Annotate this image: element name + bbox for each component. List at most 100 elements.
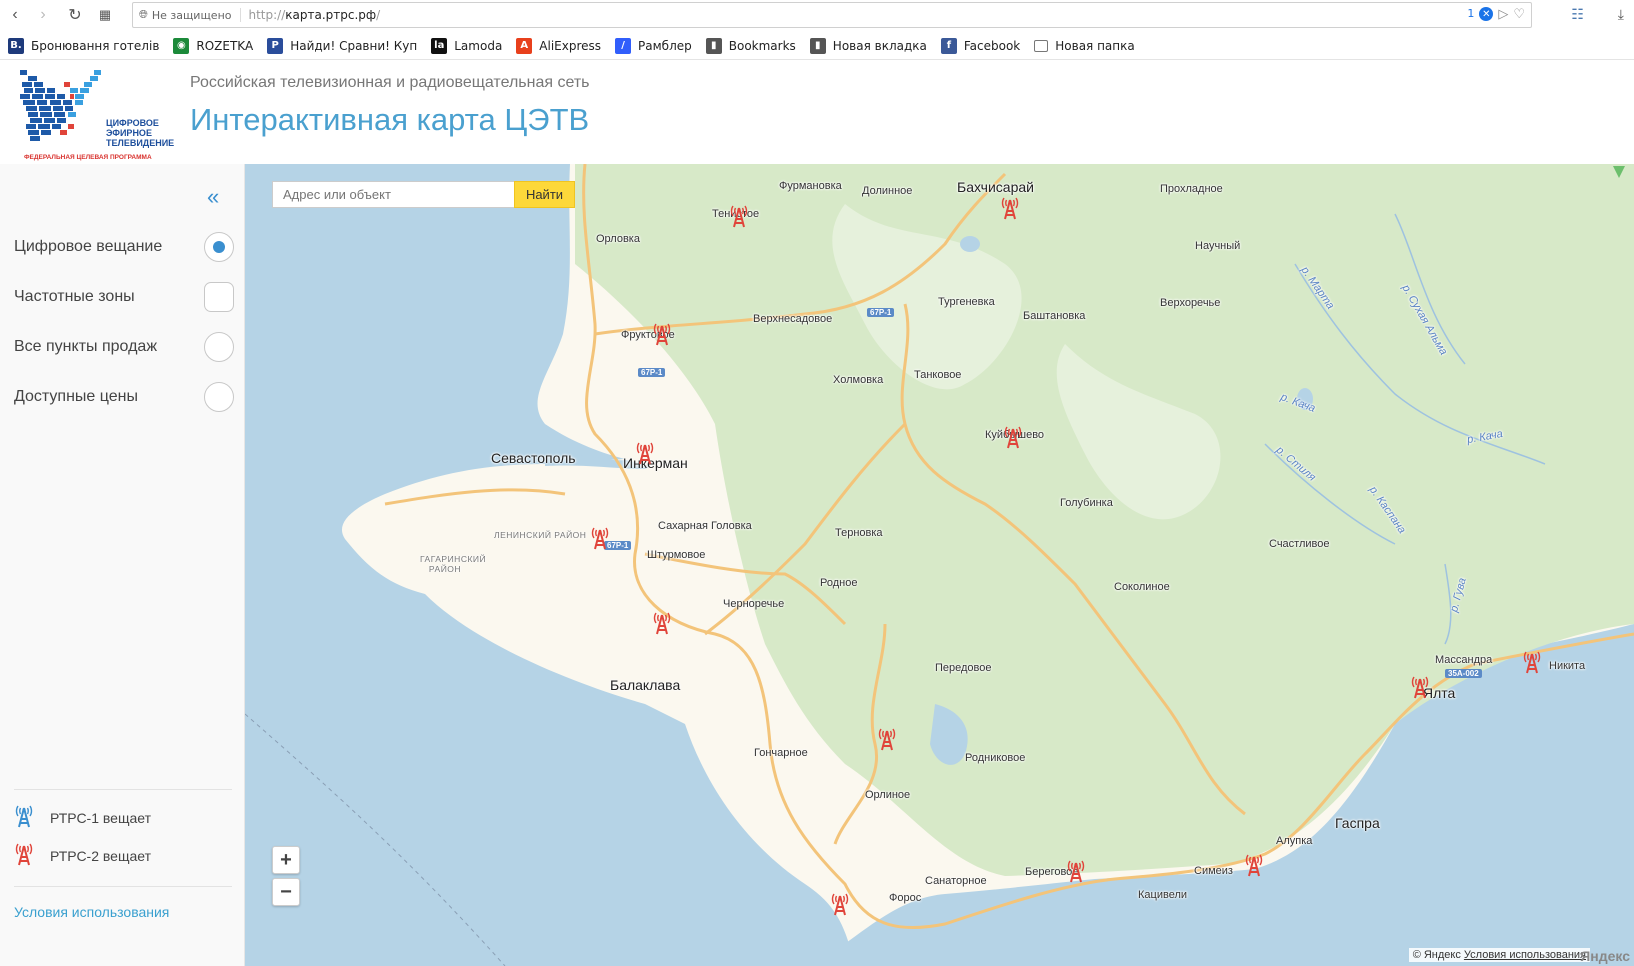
bookmark-label: Новая папка bbox=[1055, 38, 1135, 53]
place-label: Массандра bbox=[1435, 654, 1493, 666]
zoom-out-button[interactable]: − bbox=[272, 878, 300, 906]
place-label: Танковое bbox=[914, 369, 962, 381]
forward-icon[interactable]: › bbox=[30, 2, 56, 28]
reload-icon[interactable]: ↻ bbox=[62, 2, 88, 28]
menu-item[interactable]: Все пункты продаж bbox=[14, 330, 234, 364]
send-icon[interactable]: ▷ bbox=[1498, 7, 1508, 22]
transmitter-tower-icon[interactable] bbox=[1522, 650, 1542, 674]
place-label: Долинное bbox=[862, 185, 913, 197]
copyright-text: © Яндекс bbox=[1412, 949, 1461, 961]
bookmark-item[interactable]: / Рамблер bbox=[615, 37, 692, 54]
menu-item[interactable]: Доступные цены bbox=[14, 380, 234, 414]
url-text[interactable]: http://карта.ртрс.рф/ bbox=[249, 8, 381, 22]
place-label: Кацивели bbox=[1138, 889, 1188, 901]
menu-item-label: Частотные зоны bbox=[14, 288, 135, 305]
menu-item-label: Доступные цены bbox=[14, 388, 138, 405]
place-label: Холмовка bbox=[833, 374, 884, 386]
place-label: Сахарная Головка bbox=[658, 520, 752, 532]
bookmark-item[interactable]: f Facebook bbox=[940, 37, 1021, 54]
transmitter-tower-icon[interactable] bbox=[590, 526, 610, 550]
facebook-icon: f bbox=[940, 37, 957, 54]
place-label: Голубинка bbox=[1060, 497, 1113, 509]
menu-item[interactable]: Цифровое вещание bbox=[14, 230, 234, 264]
menu-item[interactable]: Частотные зоны bbox=[14, 280, 234, 314]
bookmark-item[interactable]: A AliExpress bbox=[516, 37, 601, 54]
menu-item-label: Все пункты продаж bbox=[14, 338, 158, 355]
heart-icon[interactable]: ♡ bbox=[1513, 7, 1525, 22]
bookmark-item[interactable]: B. Бронювання готелів bbox=[8, 37, 160, 54]
place-label: Черноречье bbox=[723, 598, 785, 610]
download-icon[interactable]: ⤓ bbox=[1618, 6, 1624, 23]
transmitter-tower-icon[interactable] bbox=[1066, 859, 1086, 883]
map[interactable]: Фурмановка Долинное Бахчисарай Прохладно… bbox=[245, 164, 1634, 966]
security-indicator[interactable]: 🌐︎ Не защищено bbox=[139, 8, 241, 22]
legend-label: РТРС-2 вещает bbox=[50, 847, 151, 864]
browser-toolbar: ‹ › ↻ ▦ 🌐︎ Не защищено http://карта.ртрс… bbox=[0, 0, 1634, 30]
logo-program: ФЕДЕРАЛЬНАЯ ЦЕЛЕВАЯ ПРОГРАММА bbox=[24, 154, 152, 161]
transmitter-tower-icon[interactable] bbox=[1244, 853, 1264, 877]
bookmark-label: Рамблер bbox=[638, 38, 692, 53]
place-label: Форос bbox=[889, 892, 922, 904]
map-terms-link[interactable]: Условия использования bbox=[1464, 949, 1586, 961]
selected-dot bbox=[213, 241, 225, 253]
adblock-count[interactable]: 1 bbox=[1467, 7, 1474, 22]
radio-button[interactable] bbox=[204, 332, 234, 362]
bookmark-item[interactable]: ▮ Bookmarks bbox=[705, 37, 796, 54]
place-label: Гончарное bbox=[754, 747, 808, 759]
place-label: Бахчисарай bbox=[957, 179, 1034, 195]
bookmark-item[interactable]: P Найди! Сравни! Куп bbox=[267, 37, 417, 54]
bookmark-item[interactable]: ◉ ROZETKA bbox=[173, 37, 253, 54]
booking-icon: B. bbox=[8, 37, 24, 54]
address-bar[interactable]: 🌐︎ Не защищено http://карта.ртрс.рф/ 1 ✕… bbox=[132, 2, 1532, 28]
page-icon: ▮ bbox=[705, 37, 722, 54]
collapse-sidebar-icon[interactable]: « bbox=[207, 184, 219, 210]
bookmark-label: Facebook bbox=[963, 38, 1021, 53]
radio-button[interactable] bbox=[204, 232, 234, 262]
logo-line-2: ЭФИРНОЕ bbox=[106, 128, 152, 138]
road-number-badge: 67Р-1 bbox=[638, 368, 666, 377]
page-title: Интерактивная карта ЦЭТВ bbox=[190, 102, 590, 137]
place-label: Алупка bbox=[1276, 835, 1313, 847]
place-label: Верхнесадовое bbox=[753, 313, 833, 325]
place-label: Никита bbox=[1549, 660, 1586, 672]
bookmark-label: Bookmarks bbox=[728, 38, 796, 53]
place-label: Орловка bbox=[596, 233, 640, 245]
bookmark-label: Бронювання готелів bbox=[31, 38, 160, 53]
checkbox[interactable] bbox=[204, 282, 234, 312]
zoom-in-button[interactable]: + bbox=[272, 846, 300, 874]
bookmark-item[interactable]: ▮ Новая вкладка bbox=[809, 37, 927, 54]
transmitter-tower-icon[interactable] bbox=[652, 322, 672, 346]
logo[interactable]: ЦИФРОВОЕ ЭФИРНОЕ ТЕЛЕВИДЕНИЕ ФЕДЕРАЛЬНАЯ… bbox=[20, 68, 174, 161]
globe-icon: 🌐︎ bbox=[139, 8, 148, 21]
place-label: Родниковое bbox=[965, 752, 1026, 764]
speed-dial-icon[interactable]: ▦ bbox=[92, 2, 118, 28]
transmitter-tower-icon[interactable] bbox=[1410, 675, 1430, 699]
close-icon[interactable]: ✕ bbox=[1479, 7, 1494, 21]
transmitter-tower-icon[interactable] bbox=[1003, 425, 1023, 449]
search-input[interactable] bbox=[272, 181, 514, 208]
transmitter-tower-icon[interactable] bbox=[635, 441, 655, 465]
translate-icon[interactable]: ☷ bbox=[1571, 6, 1584, 23]
logo-line-3: ТЕЛЕВИДЕНИЕ bbox=[106, 138, 175, 148]
terms-link[interactable]: Условия использования bbox=[14, 904, 169, 920]
radio-button[interactable] bbox=[204, 382, 234, 412]
site-header: ЦИФРОВОЕ ЭФИРНОЕ ТЕЛЕВИДЕНИЕ ФЕДЕРАЛЬНАЯ… bbox=[0, 62, 1634, 164]
place-label: Орлиное bbox=[865, 789, 911, 801]
transmitter-tower-icon[interactable] bbox=[652, 611, 672, 635]
road-number-badge: 67Р-1 bbox=[867, 308, 895, 317]
bookmarks-bar: B. Бронювання готелів ◉ ROZETKA P Найди! Срав… bbox=[0, 32, 1634, 60]
place-label: Передовое bbox=[935, 662, 992, 674]
aliexpress-icon: A bbox=[516, 37, 533, 54]
place-label: Научный bbox=[1195, 240, 1241, 252]
back-icon[interactable]: ‹ bbox=[2, 2, 28, 28]
folder-icon: □ bbox=[1034, 39, 1049, 52]
search-button[interactable]: Найти bbox=[514, 181, 575, 208]
bookmark-item[interactable]: □ Новая папка bbox=[1034, 38, 1135, 53]
transmitter-tower-icon[interactable] bbox=[729, 204, 749, 228]
transmitter-tower-icon[interactable] bbox=[877, 727, 897, 751]
transmitter-tower-icon[interactable] bbox=[1000, 196, 1020, 220]
transmitter-tower-icon[interactable] bbox=[830, 892, 850, 916]
bookmark-item[interactable]: la Lamoda bbox=[431, 37, 502, 54]
yandex-logo: Яндекс bbox=[1580, 948, 1630, 964]
place-label: Фурмановка bbox=[779, 180, 842, 192]
